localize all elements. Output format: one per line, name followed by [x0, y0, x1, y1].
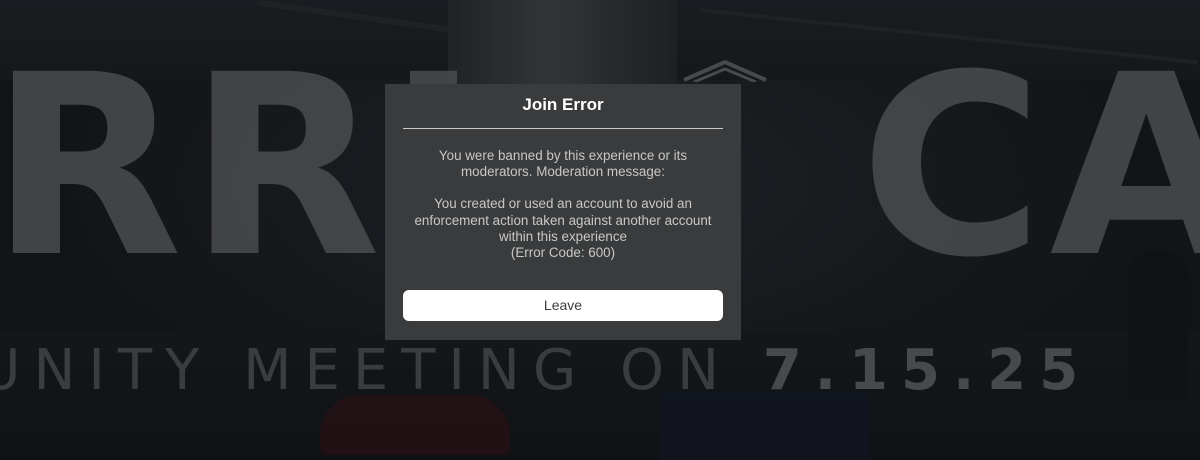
leave-button[interactable]: Leave [403, 290, 723, 321]
moderation-line: enforcement action taken against another… [414, 212, 712, 228]
moderation-line: You created or used an account to avoid … [434, 196, 692, 212]
dialog-message: You were banned by this experience or it… [401, 148, 725, 261]
title-divider [403, 128, 723, 129]
message-line: You were banned by this experience or it… [438, 148, 688, 163]
error-code: (Error Code: 600) [510, 245, 616, 261]
game-screen: RRI CA IUNITY MEETING ON 7.15.25 Join Er… [0, 0, 1200, 460]
join-error-dialog: Join Error You were banned by this exper… [385, 84, 741, 340]
dialog-header: Join Error [385, 94, 741, 116]
moderation-line: within this experience [498, 228, 628, 244]
dialog-title: Join Error [522, 95, 604, 114]
message-line: moderators. Moderation message: [461, 164, 665, 180]
